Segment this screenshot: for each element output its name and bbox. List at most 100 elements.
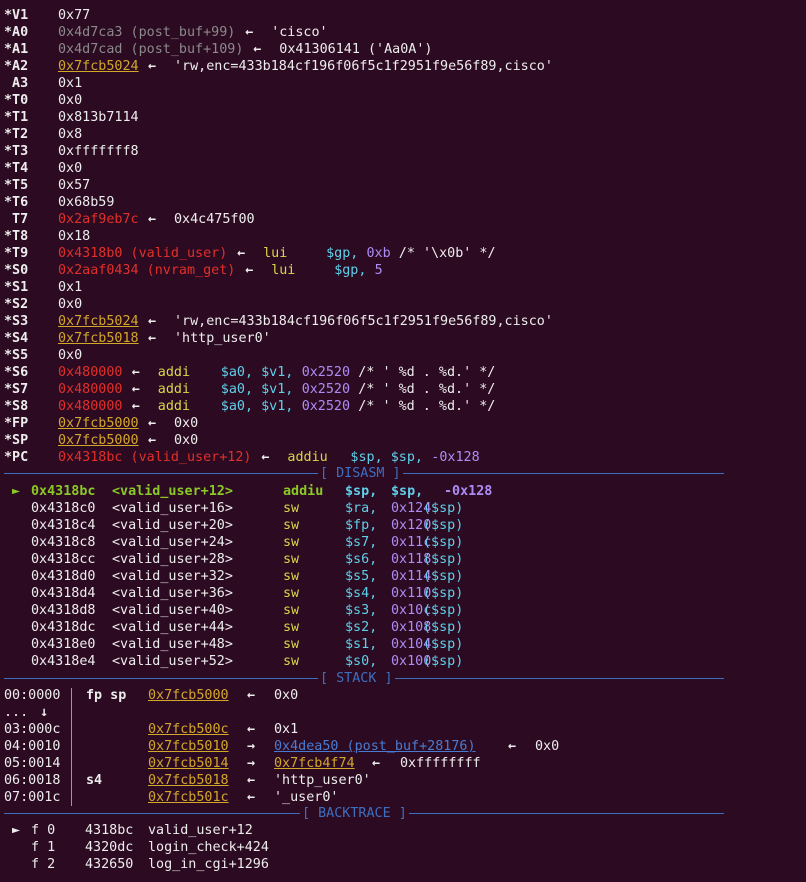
register-row: T7 0x2af9eb7c ← 0x4c475f00 (0, 211, 806, 228)
register-name: *T9 (4, 246, 29, 261)
instr-mnemonic: addiu (287, 450, 328, 465)
disasm-mnemonic: sw (283, 552, 300, 567)
frame-index: f 1 (31, 840, 56, 855)
register-row: *S4 0x7fcb5018 ← 'http_user0' (0, 330, 806, 347)
register-row: *V1 0x77 (0, 7, 806, 24)
register-name: *S2 (4, 297, 29, 312)
disasm-mnemonic: sw (283, 637, 300, 652)
register-row: *T5 0x57 (0, 177, 806, 194)
stack-address: 0x7fcb5010 (148, 739, 229, 754)
stack-value: '_user0' (274, 790, 339, 805)
disasm-address: 0x4318cc (31, 552, 96, 567)
register-row: *S3 0x7fcb5024 ← 'rw,enc=433b184cf196f06f5c… (0, 313, 806, 330)
register-value: 0x0 (58, 161, 83, 176)
register-value: 0x480000 (58, 382, 123, 397)
disasm-base: ($sp) (423, 654, 464, 669)
register-row: *S6 0x480000 ← addi $a0, $v1, 0x2520 /* ' %d .… (0, 364, 806, 381)
arrow-icon: ← (247, 773, 256, 788)
register-name: *T6 (4, 195, 29, 210)
arrow-icon: ← (131, 382, 140, 397)
register-row: *A1 0x4d7cad (post_buf+109) ← 0x41306141 ('… (0, 41, 806, 58)
disasm-symbol: <valid_user+12> (112, 484, 233, 499)
instr-mnemonic: addi (157, 365, 191, 380)
disasm-mnemonic: sw (283, 620, 300, 635)
register-name: *T4 (4, 161, 29, 176)
instr-comment: /* ' %d . %d.' */ (358, 365, 496, 380)
instr-operands: $a0, $v1, (220, 382, 294, 397)
disasm-reg: $fp, (345, 518, 378, 533)
register-name: *T0 (4, 93, 29, 108)
disasm-address: 0x4318e4 (31, 654, 96, 669)
instr-comment: /* '\x0b' */ (398, 246, 496, 261)
disasm-row: 0x4318e4 <valid_user+52> sw $s0, 0x100 ($sp) (0, 653, 806, 670)
register-value: 0x4d7cad (post_buf+109) (58, 42, 244, 57)
stack-value: 0x0 (274, 688, 299, 703)
register-name: *S5 (4, 348, 29, 363)
register-value: 0x813b7114 (58, 110, 139, 125)
stack-offset: 03:000c (4, 722, 61, 737)
arrow-icon: → (247, 739, 256, 754)
register-name: *A2 (4, 59, 29, 74)
arrow-icon: ← (253, 42, 262, 57)
register-value: 0x2aaf0434 (nvram_get) (58, 263, 236, 278)
register-name: *S8 (4, 399, 29, 414)
disasm-reg: $s3, (345, 603, 378, 618)
register-value: 0x1 (58, 280, 83, 295)
register-deref: 0x4c475f00 (174, 212, 255, 227)
arrow-icon: ← (237, 246, 246, 261)
disasm-symbol: <valid_user+32> (112, 569, 233, 584)
stack-row: 07:001c 0x7fcb501c ← '_user0' (0, 789, 806, 806)
disasm-symbol: <valid_user+44> (112, 620, 233, 635)
instr-operands: $gp, (326, 246, 359, 261)
register-value: 0x7fcb5018 (58, 331, 139, 346)
disasm-address: 0x4318c8 (31, 535, 96, 550)
instr-immediate: 0x2520 (301, 399, 351, 414)
disasm-mnemonic: sw (283, 586, 300, 601)
arrow-icon: ← (131, 365, 140, 380)
frame-index: f 0 (31, 823, 56, 838)
disasm-row: 0x4318cc <valid_user+28> sw $s6, 0x118 ($sp) (0, 551, 806, 568)
arrow-icon: → (247, 756, 256, 771)
instr-immediate: 0x2520 (301, 365, 351, 380)
instr-immediate: -0x128 (431, 450, 480, 465)
stack-address: 0x7fcb5018 (148, 773, 229, 788)
instr-operands: $a0, $v1, (220, 365, 294, 380)
instr-mnemonic: addi (157, 382, 191, 397)
disasm-address: 0x4318d8 (31, 603, 96, 618)
disasm-base: ($sp) (423, 501, 464, 516)
instr-operands: $gp, (334, 263, 367, 278)
register-name: *T8 (4, 229, 29, 244)
register-row: A3 0x1 (0, 75, 806, 92)
frame-symbol: valid_user+12 (148, 823, 253, 838)
disasm-reg: $s7, (345, 535, 378, 550)
register-name: T7 (4, 212, 29, 227)
register-value: 0x4318b0 (valid_user) (58, 246, 228, 261)
stack-offset: ... (4, 705, 29, 720)
disasm-address: 0x4318c0 (31, 501, 96, 516)
disasm-base: ($sp) (423, 620, 464, 635)
stack-value: 0xffffffff (400, 756, 481, 771)
backtrace-row: f 1 4320dc login_check+424 (0, 839, 806, 856)
instr-immediate: 0xb (366, 246, 391, 261)
disasm-symbol: <valid_user+40> (112, 603, 233, 618)
disasm-reg: $s6, (345, 552, 378, 567)
disasm-mnemonic: sw (283, 501, 300, 516)
frame-address: 4318bc (85, 823, 134, 838)
stack-offset: 06:0018 (4, 773, 61, 788)
disasm-base: ($sp) (423, 637, 464, 652)
stack-row: ... ↓ (0, 704, 806, 721)
register-deref: 'rw,enc=433b184cf196f06f5c1f2951f9e56f89… (174, 59, 553, 74)
register-name: *FP (4, 416, 29, 431)
register-value: 0x0 (58, 297, 83, 312)
backtrace-row: ► f 0 4318bc valid_user+12 (0, 822, 806, 839)
register-row: *PC 0x4318bc (valid_user+12) ← addiu $sp, $s… (0, 449, 806, 466)
register-row: *S0 0x2aaf0434 (nvram_get) ← lui $gp, 5 (0, 262, 806, 279)
register-row: *T4 0x0 (0, 160, 806, 177)
register-deref: 'http_user0' (174, 331, 271, 346)
disasm-mnemonic: sw (283, 654, 300, 669)
disasm-reg: $sp, (391, 484, 424, 499)
stack-address: 0x7fcb5000 (148, 688, 229, 703)
register-name: *S1 (4, 280, 29, 295)
stack-value: 0x1 (274, 722, 299, 737)
arrow-icon: ← (148, 59, 157, 74)
